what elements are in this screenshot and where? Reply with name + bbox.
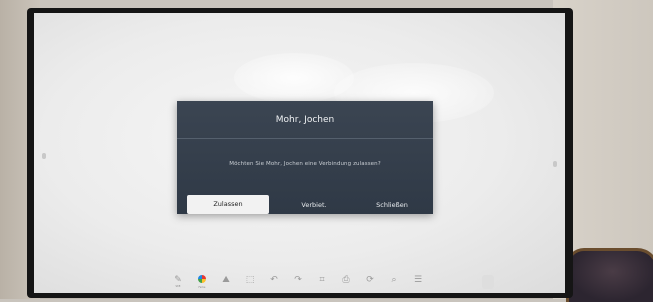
dialog-message: Möchten Sie Mohr, Jochen eine Verbindung…	[229, 161, 381, 167]
toolbar-item-frame[interactable]: ⌗	[310, 275, 334, 293]
side-handle-left[interactable]	[42, 153, 46, 159]
toolbar-item-pen[interactable]: ✎ Stift	[166, 275, 190, 293]
toolbar-label: Stift	[175, 285, 181, 288]
zoom-icon: ⌕	[391, 275, 397, 285]
pen-icon: ✎	[174, 275, 182, 285]
dialog-title: Mohr, Jochen	[275, 115, 335, 125]
toolbar-item-menu[interactable]: ☰	[406, 275, 430, 293]
toolbar-item-redo[interactable]: ↷	[286, 275, 310, 293]
frame-icon: ⌗	[319, 275, 325, 285]
toolbar-item-share[interactable]: ⟳	[358, 275, 382, 293]
share-icon: ⟳	[366, 275, 374, 285]
toolbar-item-undo[interactable]: ↶	[262, 275, 286, 293]
toolbar-item-color[interactable]: Farbe	[190, 275, 214, 293]
toolbar-item-select[interactable]: ⬚	[238, 275, 262, 293]
close-button[interactable]: Schließen	[357, 197, 427, 213]
dialog-divider	[177, 138, 433, 139]
toolbar-item-import[interactable]: ⎙	[334, 275, 358, 293]
monitor-screen: Mohr, Jochen Möchten Sie Mohr, Jochen ei…	[34, 13, 565, 293]
toolbar-item-zoom[interactable]: ⌕	[382, 275, 406, 293]
menu-icon: ☰	[413, 275, 423, 285]
chair	[566, 248, 653, 302]
import-icon: ⎙	[342, 275, 350, 285]
select-icon: ⬚	[245, 275, 255, 285]
toolbar-right-button[interactable]	[482, 275, 494, 289]
connection-request-dialog: Mohr, Jochen Möchten Sie Mohr, Jochen ei…	[177, 101, 433, 214]
allow-button[interactable]: Zulassen	[187, 195, 269, 214]
deny-button[interactable]: Verbiet.	[275, 197, 353, 213]
side-handle-right[interactable]	[553, 161, 557, 167]
color-icon	[190, 275, 214, 286]
shapes-icon: ⛰	[222, 275, 230, 285]
undo-icon: ↶	[270, 275, 278, 285]
toolbar-label: Farbe	[198, 286, 206, 289]
redo-icon: ↷	[294, 275, 302, 285]
bottom-toolbar: ✎ Stift Farbe ⛰ ⬚ ↶ ↷ ⌗ ⎙ ⟳ ⌕ ☰	[166, 275, 486, 293]
toolbar-item-shapes[interactable]: ⛰	[214, 275, 238, 293]
